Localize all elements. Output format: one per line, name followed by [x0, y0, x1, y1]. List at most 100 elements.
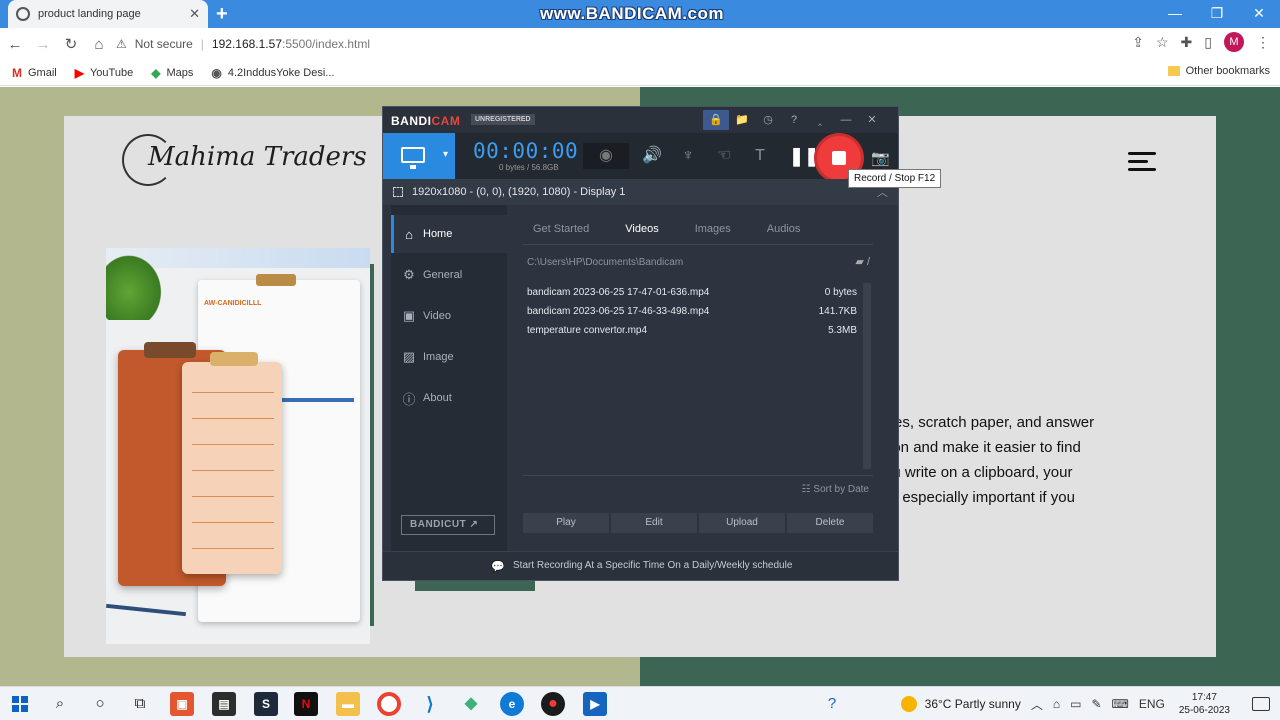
help-tray-icon[interactable]: ? — [820, 692, 844, 716]
file-name: bandicam 2023-06-25 17-47-01-636.mp4 — [527, 287, 710, 298]
sidebar-item-video[interactable]: ▣ Video — [391, 297, 507, 335]
netflix-icon[interactable]: N — [294, 692, 318, 716]
bandicam-title-icons: 🔒 📁 ◷ ? ‸ — ✕ — [703, 110, 885, 130]
file-size: 5.3MB — [828, 325, 857, 336]
bandicut-button[interactable]: BANDICUT ↗ — [401, 515, 495, 535]
restore-button[interactable]: ❐ — [1196, 0, 1238, 28]
address-bar[interactable]: ⚠ Not secure | 192.168.1.57 :5500/index.… — [116, 32, 1168, 56]
edit-button[interactable]: Edit — [611, 513, 697, 533]
delete-button[interactable]: Delete — [787, 513, 873, 533]
chevron-up-icon[interactable]: ︿ — [1031, 696, 1043, 713]
search-icon[interactable]: ⌕ — [48, 692, 72, 716]
menu-icon[interactable]: ⋮ — [1256, 34, 1270, 51]
text-overlay-icon[interactable]: T — [747, 143, 773, 169]
keyboard-icon[interactable]: ⌨ — [1112, 697, 1129, 711]
security-label[interactable]: Not secure — [135, 37, 193, 51]
vscode-icon[interactable]: ⟩ — [418, 692, 442, 716]
bandicam-footer[interactable]: 💬 Start Recording At a Specific Time On … — [383, 551, 898, 580]
bandicam-taskbar-icon[interactable]: ● — [541, 692, 565, 716]
bandicam-titlebar: BANDICAM UNREGISTERED 🔒 📁 ◷ ? ‸ — ✕ — [383, 107, 898, 133]
network-icon[interactable]: ⌂ — [1053, 697, 1060, 711]
media-player-icon[interactable]: ▶ — [583, 692, 607, 716]
reload-icon[interactable]: ↻ — [58, 35, 84, 53]
clock-icon[interactable]: ◷ — [755, 110, 781, 130]
clock[interactable]: 17:47 25-06-2023 — [1179, 691, 1230, 717]
pause-button[interactable]: ❚❚ — [789, 143, 819, 169]
close-window-button[interactable]: ✕ — [1238, 0, 1280, 28]
bookmark-item[interactable]: ▶ YouTube — [75, 66, 133, 80]
home-icon[interactable]: ⌂ — [86, 36, 112, 53]
minimize-button[interactable]: — — [1154, 0, 1196, 28]
windows-start-icon[interactable] — [12, 696, 28, 712]
lock-icon[interactable]: 🔒 — [703, 110, 729, 130]
file-explorer-icon[interactable]: ▬ — [336, 692, 360, 716]
weather-text[interactable]: 36°C Partly sunny — [925, 697, 1021, 711]
edge-icon[interactable]: e — [500, 692, 524, 716]
hero-accent-bar — [370, 264, 374, 626]
chrome-icon[interactable] — [377, 692, 401, 716]
sidebar-item-general[interactable]: ⚙ General — [391, 256, 507, 294]
sidebar-item-home[interactable]: ⌂ Home — [391, 215, 507, 253]
avatar[interactable]: M — [1224, 32, 1244, 52]
extensions-icon[interactable]: ✚ — [1181, 34, 1193, 51]
webcam-icon[interactable]: ◉ — [583, 143, 629, 169]
cursor-click-icon[interactable]: ☜ — [711, 143, 737, 169]
screen-mode-button[interactable]: ▾ — [383, 133, 455, 179]
site-logo[interactable]: Mahima Traders — [122, 134, 372, 194]
microphone-icon[interactable]: ♆ — [675, 143, 701, 169]
upload-button[interactable]: Upload — [699, 513, 785, 533]
battery-icon[interactable]: ▭ — [1070, 697, 1081, 711]
share-icon[interactable]: ⇪ — [1132, 34, 1144, 51]
tab-videos[interactable]: Videos — [615, 219, 668, 244]
list-item[interactable]: bandicam 2023-06-25 17-47-01-636.mp4 0 b… — [527, 283, 857, 302]
browser-tab[interactable]: product landing page ✕ — [8, 0, 208, 28]
sort-by-date-button[interactable]: ☷ Sort by Date — [523, 475, 873, 495]
speaker-icon[interactable]: 🔊 — [639, 143, 665, 169]
image-settings-icon: ▨ — [402, 349, 416, 364]
pen-icon[interactable]: ✎ — [1091, 697, 1101, 711]
tab-images[interactable]: Images — [685, 219, 741, 244]
play-button[interactable]: Play — [523, 513, 609, 533]
help-icon[interactable]: ? — [781, 110, 807, 130]
camera-icon[interactable]: 📷 — [871, 149, 890, 167]
list-item[interactable]: bandicam 2023-06-25 17-46-33-498.mp4 141… — [527, 302, 857, 321]
schedule-recording-link[interactable]: Start Recording At a Specific Time On a … — [513, 560, 792, 571]
tab-get-started[interactable]: Get Started — [523, 219, 599, 244]
git-icon[interactable]: ◆ — [459, 692, 483, 716]
sidebar-item-image[interactable]: ▨ Image — [391, 338, 507, 376]
task-view-icon[interactable]: ⧉ — [128, 692, 152, 716]
hamburger-menu-icon[interactable] — [1128, 152, 1156, 176]
file-list-scrollbar[interactable] — [863, 283, 871, 469]
forward-icon[interactable]: → — [30, 36, 56, 53]
store-icon[interactable]: ▤ — [212, 692, 236, 716]
capture-target-bar[interactable]: 1920x1080 - (0, 0), (1920, 1080) - Displ… — [383, 179, 898, 205]
collapse-icon[interactable]: ‸ — [807, 110, 833, 130]
minimize-icon[interactable]: — — [833, 110, 859, 130]
chevron-down-icon[interactable]: ▾ — [443, 149, 448, 160]
open-folder-icon[interactable]: ▰ / — [855, 255, 870, 268]
bookmark-item[interactable]: ◉ 4.2InddusYoke Desi... — [211, 66, 334, 80]
close-icon[interactable]: ✕ — [859, 110, 885, 130]
other-bookmarks[interactable]: Other bookmarks — [1167, 65, 1270, 77]
new-tab-button[interactable]: + — [216, 3, 228, 26]
sidebar-item-about[interactable]: ⓘ About — [391, 379, 507, 417]
warning-icon[interactable]: ⚠ — [116, 37, 127, 51]
bandicam-logo: BANDICAM — [391, 114, 461, 128]
tab-audios[interactable]: Audios — [757, 219, 811, 244]
bookmark-item[interactable]: ◆ Maps — [151, 66, 193, 80]
cortana-icon[interactable]: ○ — [88, 692, 112, 716]
office-app-icon[interactable]: ▣ — [170, 692, 194, 716]
sidebar-icon[interactable]: ▯ — [1204, 34, 1212, 51]
language-indicator[interactable]: ENG — [1139, 697, 1165, 711]
notification-icon[interactable] — [1252, 697, 1270, 711]
folder-icon[interactable]: 📁 — [729, 110, 755, 130]
back-icon[interactable]: ← — [2, 36, 28, 53]
bookmark-item[interactable]: M Gmail — [12, 66, 57, 80]
unregistered-badge[interactable]: UNREGISTERED — [471, 114, 535, 125]
list-item[interactable]: temperature convertor.mp4 5.3MB — [527, 321, 857, 340]
clock-date: 25-06-2023 — [1178, 705, 1230, 716]
terminal-app-icon[interactable]: S — [254, 692, 278, 716]
close-tab-icon[interactable]: ✕ — [189, 6, 200, 22]
windows-taskbar: ⌕ ○ ⧉ ▣ ▤ S N ▬ ⟩ ◆ e ● ▶ ? 36°C Partly … — [0, 686, 1280, 720]
star-icon[interactable]: ☆ — [1156, 34, 1169, 51]
